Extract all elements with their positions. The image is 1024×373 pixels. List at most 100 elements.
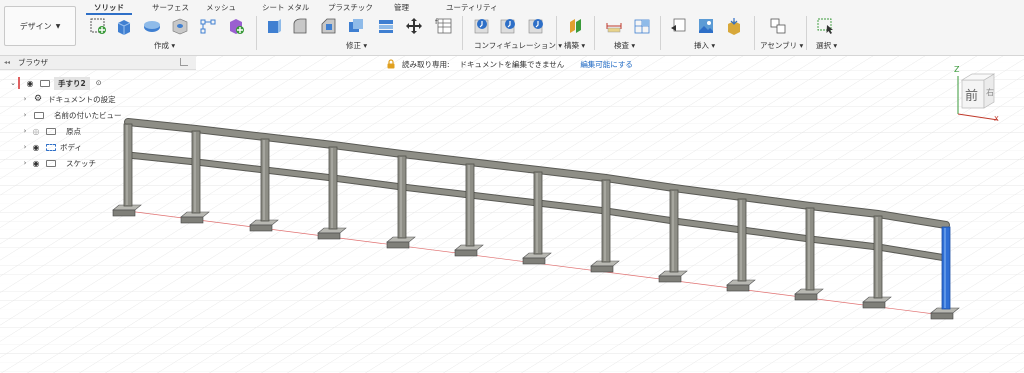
configure-icon[interactable] — [472, 16, 492, 36]
select-group-label[interactable]: 選択 ▾ — [816, 40, 837, 51]
folder-icon — [46, 143, 56, 151]
browser-item-named-views[interactable]: › 名前の付いたビュー — [20, 108, 122, 122]
workspace-switcher[interactable]: デザイン ▼ — [4, 6, 76, 46]
pattern-icon[interactable] — [198, 16, 218, 36]
base-plate — [317, 232, 341, 240]
post — [191, 130, 201, 214]
browser-item-bodies[interactable]: › ◉ ボディ — [20, 140, 82, 154]
offset-plane-icon[interactable] — [566, 16, 586, 36]
divider — [660, 16, 661, 50]
minimize-icon[interactable] — [180, 58, 188, 66]
post — [533, 171, 543, 255]
workspace-label: デザイン — [19, 21, 52, 31]
browser-item-label: 名前の付いたビュー — [54, 110, 122, 120]
read-only-message: ドキュメントを編集できません — [459, 59, 565, 69]
create-group-label[interactable]: 作成 ▾ — [154, 40, 175, 51]
browser-item-label: スケッチ — [66, 158, 96, 168]
post — [601, 179, 611, 263]
tab-surface[interactable]: サーフェス — [152, 2, 189, 13]
document-icon — [40, 79, 50, 87]
tab-manage[interactable]: 管理 — [394, 2, 409, 13]
folder-icon — [46, 159, 56, 167]
create-sketch-icon[interactable] — [88, 16, 108, 36]
browser-item-label: ドキュメントの設定 — [48, 94, 116, 104]
extrude-icon[interactable] — [114, 16, 134, 36]
new-component-icon[interactable] — [768, 16, 788, 36]
inspect-group-label[interactable]: 検査 ▾ — [614, 40, 635, 51]
tab-utilities[interactable]: ユーティリティ — [446, 2, 498, 13]
configure-group-label[interactable]: コンフィギュレーション ▾ — [474, 40, 562, 51]
chevron-right-icon[interactable]: › — [20, 143, 30, 151]
browser-item-label: ボディ — [60, 142, 82, 152]
chevron-right-icon[interactable]: › — [20, 95, 30, 103]
insert-derive-icon[interactable] — [668, 16, 688, 36]
collapse-icon[interactable]: ◂◂ — [4, 59, 10, 66]
post — [873, 215, 883, 299]
browser-item-label: 原点 — [66, 126, 81, 136]
chevron-right-icon[interactable]: › — [20, 111, 30, 119]
svg-text:f: f — [435, 18, 438, 26]
assemble-group-label[interactable]: アセンブリ ▾ — [760, 40, 803, 51]
viewport-scene — [0, 56, 1024, 373]
insert-image-icon[interactable] — [696, 16, 716, 36]
interference-icon[interactable] — [632, 16, 652, 36]
base-plate — [794, 293, 818, 301]
post — [397, 155, 407, 239]
shell-icon[interactable] — [346, 16, 366, 36]
browser-title: ブラウザ — [18, 58, 49, 67]
parameters-icon[interactable]: f — [434, 16, 454, 36]
tab-mesh[interactable]: メッシュ — [206, 2, 236, 13]
modify-group-label[interactable]: 修正 ▾ — [346, 40, 367, 51]
eye-icon[interactable]: ◉ — [24, 79, 36, 88]
chevron-down-icon[interactable]: ⌄ — [8, 79, 18, 87]
base-plate — [386, 241, 410, 249]
press-pull-icon[interactable] — [264, 16, 284, 36]
insert-mesh-icon[interactable] — [724, 16, 744, 36]
read-only-banner: 読み取り専用: ドキュメントを編集できません 編集可能にする — [386, 58, 633, 70]
hole-icon[interactable] — [170, 16, 190, 36]
browser-item-sketches[interactable]: › ◉ スケッチ — [20, 156, 96, 170]
chamfer-icon[interactable] — [318, 16, 338, 36]
construct-group-label[interactable]: 構築 ▾ — [564, 40, 585, 51]
select-icon[interactable] — [816, 16, 836, 36]
axis-z-label: Z — [954, 65, 960, 74]
active-marker — [18, 77, 20, 89]
eye-icon[interactable]: ◉ — [30, 143, 42, 152]
post — [328, 146, 338, 230]
browser-root[interactable]: ⌄ ◉ 手すり2 ⊙ — [8, 76, 102, 90]
view-cube-right-label: 右 — [986, 87, 994, 97]
browser-item-settings[interactable]: › ⚙ ドキュメントの設定 — [20, 92, 116, 106]
configure-rule-icon[interactable] — [526, 16, 546, 36]
view-cube[interactable]: Z X 前 右 — [950, 62, 1006, 122]
configure-table-icon[interactable] — [498, 16, 518, 36]
chevron-right-icon[interactable]: › — [20, 127, 30, 135]
browser-panel-header: ◂◂ ブラウザ — [0, 56, 196, 70]
tab-sheet-metal[interactable]: シート メタル — [262, 2, 309, 13]
divider — [556, 16, 557, 50]
post — [805, 207, 815, 291]
revolve-icon[interactable] — [142, 16, 162, 36]
viewport-canvas[interactable] — [0, 56, 1024, 373]
root-component-name: 手すり2 — [54, 76, 90, 90]
base-plate — [726, 284, 750, 292]
tab-plastic[interactable]: プラスチック — [328, 2, 373, 13]
make-editable-link[interactable]: 編集可能にする — [580, 59, 633, 70]
tab-solid[interactable]: ソリッド — [94, 2, 124, 13]
measure-icon[interactable] — [604, 16, 624, 36]
divider — [754, 16, 755, 50]
move-copy-icon[interactable] — [404, 16, 424, 36]
derive-icon[interactable] — [226, 16, 246, 36]
base-plate — [249, 224, 273, 232]
eye-icon[interactable]: ◉ — [30, 159, 42, 168]
browser-item-origin[interactable]: › ◎ 原点 — [20, 124, 81, 138]
base-plate — [522, 257, 546, 265]
insert-group-label[interactable]: 挿入 ▾ — [694, 40, 715, 51]
combine-icon[interactable] — [376, 16, 396, 36]
base-plate — [112, 209, 136, 217]
post — [669, 189, 679, 273]
fillet-icon[interactable] — [290, 16, 310, 36]
eye-hidden-icon[interactable]: ◎ — [30, 127, 42, 136]
activate-icon[interactable]: ⊙ — [96, 79, 102, 87]
chevron-right-icon[interactable]: › — [20, 159, 30, 167]
divider — [462, 16, 463, 50]
